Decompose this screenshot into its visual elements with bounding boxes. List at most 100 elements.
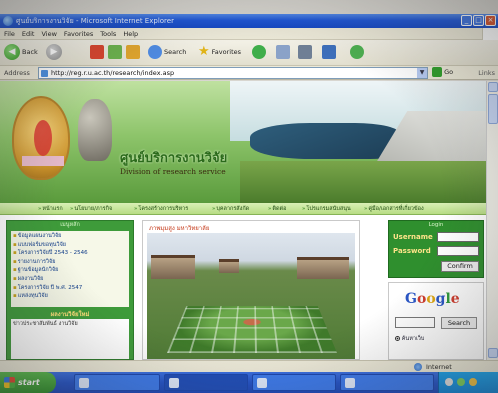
left-menu-panel: เมนูหลัก ข้อมูลแผนงานวิจัย แบบฟอร์มขอทุน… bbox=[6, 220, 134, 360]
left-menu-link[interactable]: ผลงานวิจัย bbox=[13, 275, 127, 284]
mail-icon bbox=[276, 45, 290, 59]
tray-icon[interactable] bbox=[457, 378, 465, 386]
vertical-scrollbar[interactable] bbox=[486, 81, 498, 360]
links-button[interactable]: Links bbox=[478, 69, 495, 77]
internet-zone-label: Internet bbox=[426, 363, 452, 371]
taskbar-item[interactable] bbox=[164, 374, 248, 391]
confirm-button[interactable]: Confirm bbox=[441, 261, 479, 272]
nav-staff[interactable]: บุคลากรสังกัด bbox=[212, 205, 249, 213]
maximize-icon[interactable]: □ bbox=[473, 15, 484, 26]
refresh-icon bbox=[108, 45, 122, 59]
back-label: Back bbox=[22, 48, 38, 56]
left-menu-link[interactable]: รายงานการวิจัย bbox=[13, 258, 127, 267]
go-button[interactable]: Go bbox=[432, 67, 453, 79]
tray-icon[interactable] bbox=[445, 378, 453, 386]
taskbar-item[interactable] bbox=[340, 374, 434, 391]
menu-help[interactable]: Help bbox=[123, 28, 138, 40]
nav-contact[interactable]: ติดต่อ bbox=[268, 205, 286, 213]
home-icon bbox=[126, 45, 140, 59]
google-search-button[interactable]: Search bbox=[441, 317, 477, 329]
google-search-option[interactable]: ค้นหาเว็บ bbox=[395, 335, 424, 343]
go-arrow-icon bbox=[432, 67, 442, 77]
back-button[interactable]: ◀ Back bbox=[4, 44, 38, 62]
left-menu-link[interactable]: ฐานข้อมูลนักวิจัย bbox=[13, 266, 127, 275]
menu-tools[interactable]: Tools bbox=[100, 28, 116, 40]
username-field[interactable] bbox=[437, 232, 479, 242]
windows-logo-icon bbox=[482, 28, 498, 40]
news-box: ข่าวประชาสัมพันธ์ งานวิจัย bbox=[11, 319, 129, 359]
internet-zone-icon bbox=[414, 363, 422, 371]
window-title: ศูนย์บริการงานวิจัย - Microsoft Internet… bbox=[16, 17, 174, 25]
menu-edit[interactable]: Edit bbox=[22, 28, 35, 40]
news-item[interactable]: ข่าวประชาสัมพันธ์ งานวิจัย bbox=[13, 321, 127, 328]
login-header: Login bbox=[428, 222, 444, 228]
search-icon bbox=[148, 45, 162, 59]
menu-file[interactable]: File bbox=[4, 28, 15, 40]
left-menu-link[interactable]: โครงการวิจัย ปี พ.ศ. 2547 bbox=[13, 284, 127, 293]
window-title-bar[interactable]: ศูนย์บริการงานวิจัย - Microsoft Internet… bbox=[0, 14, 498, 28]
scroll-thumb[interactable] bbox=[488, 94, 498, 124]
site-banner: ศูนย์บริการงานวิจัย Division of research… bbox=[0, 81, 486, 203]
left-menu-link[interactable]: ข้อมูลแผนงานวิจัย bbox=[13, 232, 127, 241]
mail-button[interactable] bbox=[276, 44, 290, 62]
campus-aerial-photo bbox=[147, 233, 355, 359]
home-button[interactable] bbox=[126, 44, 140, 62]
tray-icon[interactable] bbox=[469, 378, 477, 386]
banner-reservoir bbox=[250, 123, 400, 159]
campus-building-center bbox=[219, 259, 239, 273]
left-menu-link[interactable]: แหล่งทุนวิจัย bbox=[13, 292, 127, 301]
site-nav: หน้าแรก นโยบาย/ภารกิจ โครงสร้างการบริหาร… bbox=[0, 203, 486, 215]
forward-button[interactable]: ▶ bbox=[46, 44, 62, 62]
search-label: Search bbox=[164, 47, 187, 56]
address-url: http://reg.r.u.ac.th/research/index.asp bbox=[51, 69, 175, 77]
left-menu-link[interactable]: โครงการวิจัยปี 2543 - 2546 bbox=[13, 249, 127, 258]
nav-programs[interactable]: โปรแกรมสนับสนุน bbox=[302, 205, 350, 213]
google-logo: Google bbox=[405, 291, 460, 307]
page-content: ศูนย์บริการงานวิจัย Division of research… bbox=[0, 81, 486, 360]
page-icon bbox=[41, 70, 48, 77]
taskbar-app-icon bbox=[169, 378, 179, 388]
google-search-box: Google Search ค้นหาเว็บ bbox=[388, 282, 484, 360]
history-button[interactable] bbox=[252, 44, 266, 62]
address-input[interactable]: http://reg.r.u.ac.th/research/index.asp … bbox=[38, 67, 428, 79]
edit-icon bbox=[322, 45, 336, 59]
start-button[interactable]: start bbox=[0, 372, 56, 393]
campus-garden bbox=[167, 306, 337, 353]
refresh-button[interactable] bbox=[108, 44, 122, 62]
minimize-icon[interactable]: _ bbox=[461, 15, 472, 26]
left-menu-link[interactable]: แบบฟอร์มขอทุนวิจัย bbox=[13, 241, 127, 250]
messenger-button[interactable] bbox=[350, 44, 364, 62]
stop-button[interactable] bbox=[90, 44, 104, 62]
toolbar: ◀ Back ▶ Search ★ Favorites bbox=[0, 40, 498, 66]
login-box: Login Username Password Confirm bbox=[388, 220, 484, 278]
nav-structure[interactable]: โครงสร้างการบริหาร bbox=[134, 205, 188, 213]
favorites-button[interactable]: ★ Favorites bbox=[198, 44, 241, 62]
taskbar-app-icon bbox=[79, 378, 89, 388]
right-panel: Login Username Password Confirm Google S… bbox=[388, 220, 484, 360]
google-search-input[interactable] bbox=[395, 317, 435, 328]
password-field[interactable] bbox=[437, 246, 479, 256]
status-bar: Internet bbox=[0, 360, 498, 372]
seal-emblem bbox=[34, 120, 52, 156]
menu-favorites[interactable]: Favorites bbox=[64, 28, 93, 40]
start-label: start bbox=[18, 378, 40, 387]
window-controls: _ □ × bbox=[460, 15, 496, 26]
news-title: ผลงานวิจัยใหม่ bbox=[50, 311, 90, 318]
taskbar-item[interactable] bbox=[252, 374, 336, 391]
close-icon[interactable]: × bbox=[485, 15, 496, 26]
address-dropdown-icon[interactable]: ▼ bbox=[417, 68, 427, 78]
scroll-up-icon[interactable] bbox=[488, 82, 498, 92]
photo-frame: ศูนย์บริการงานวิจัย - Microsoft Internet… bbox=[0, 0, 498, 393]
campus-building-right bbox=[297, 257, 349, 279]
nav-home[interactable]: หน้าแรก bbox=[38, 205, 62, 213]
scroll-down-icon[interactable] bbox=[488, 348, 498, 358]
taskbar-item[interactable] bbox=[74, 374, 160, 391]
search-button[interactable]: Search bbox=[148, 44, 186, 62]
nav-documents[interactable]: คู่มือ/เอกสารที่เกี่ยวข้อง bbox=[364, 205, 423, 213]
nav-policy[interactable]: นโยบาย/ภารกิจ bbox=[70, 205, 112, 213]
menu-view[interactable]: View bbox=[41, 28, 56, 40]
google-radio-label: ค้นหาเว็บ bbox=[401, 336, 425, 342]
edit-button[interactable] bbox=[322, 44, 336, 62]
seal-ribbon bbox=[22, 156, 64, 166]
print-button[interactable] bbox=[298, 44, 312, 62]
